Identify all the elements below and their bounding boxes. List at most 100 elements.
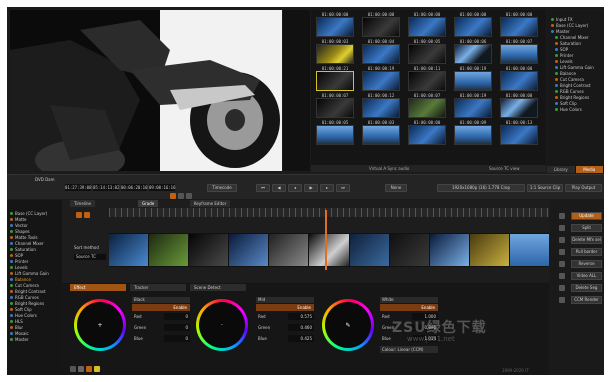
thumbnail-cell[interactable]: 01:00:00:13 [497,120,541,146]
thumbnail-cell[interactable]: 01:00:00:07 [313,93,357,119]
warning-icon[interactable] [94,366,100,372]
thumbnail-image[interactable] [316,17,354,37]
step-back-button[interactable]: ◀ [272,184,286,192]
thumbnail-cell[interactable]: 01:00:00:00 [405,12,449,38]
playhead[interactable] [325,210,327,270]
scissors-icon[interactable] [76,212,82,218]
tool-button[interactable]: Delete Seg [571,284,602,292]
thumbnail-cell[interactable]: 01:00:00:00 [497,66,541,92]
thumbnail-image[interactable] [454,17,492,37]
timeline-ruler[interactable] [109,208,549,217]
thumbnail-image[interactable] [500,17,538,37]
timeline-clip[interactable] [109,234,149,266]
tool-button[interactable]: CCM Render [571,296,602,304]
thumbnail-image[interactable] [316,71,354,91]
thumbnail-image[interactable] [500,71,538,91]
thumbnail-image[interactable] [500,44,538,64]
tool-button[interactable]: Delete Mfx sel [571,236,602,244]
resolution-button[interactable]: 1920x1080p (16) 1.778 Crop [437,184,525,192]
thumbnail-cell[interactable]: 01:00:00:00 [313,12,357,38]
tab-effect[interactable]: Effect [70,284,126,291]
tool-icon[interactable] [559,225,565,231]
thumbnail-cell[interactable]: 01:00:00:12 [359,93,403,119]
thumbnail-cell[interactable]: 01:00:00:03 [359,120,403,146]
mid-enable-button[interactable]: Enable [256,304,314,311]
thumbnail-cell[interactable]: 01:00:00:19 [451,93,495,119]
tool-icon[interactable] [559,237,565,243]
tab-tracker[interactable]: Tracker [130,284,186,291]
thumbnail-cell[interactable]: 01:00:00:00 [497,12,541,38]
tool-icon[interactable] [559,261,565,267]
sort-method-select[interactable]: Source TC [74,254,106,260]
timeline-clip[interactable] [509,234,550,266]
thumbnail-image[interactable] [362,98,400,118]
crosshair-icon[interactable]: + [98,322,103,328]
timeline-clip[interactable] [149,234,189,266]
source-clip-button[interactable]: 1:1 Source Clip [527,184,563,192]
tool-button[interactable]: Split [571,224,602,232]
snap-icon[interactable] [186,193,192,199]
thumbnail-image[interactable] [316,98,354,118]
timeline-clip[interactable] [389,234,429,266]
thumbnail-image[interactable] [362,71,400,91]
tool-icon[interactable] [559,213,565,219]
thumbnail-image[interactable] [408,17,446,37]
sync-audio-label[interactable]: Virtual A Sync audio [369,165,409,172]
thumbnail-image[interactable] [408,125,446,145]
thumbnail-image[interactable] [454,125,492,145]
thumbnail-image[interactable] [500,98,538,118]
thumbnail-cell[interactable]: 01:00:00:00 [359,12,403,38]
video-viewer[interactable] [10,10,282,171]
tab-timeline[interactable]: Timeline [70,200,96,207]
black-red-field[interactable]: 0 [164,313,190,320]
copy-icon[interactable] [78,366,84,372]
timeline-clip[interactable] [189,234,229,266]
black-blue-field[interactable]: 0 [164,335,190,342]
link-icon[interactable] [178,193,184,199]
mid-green-field[interactable]: 0.460 [288,324,314,331]
timeline-clip[interactable] [469,234,509,266]
key-icon[interactable] [86,366,92,372]
crosshair-icon[interactable]: ✎ [346,322,351,328]
timeline-clip[interactable] [309,234,349,266]
thumbnail-cell[interactable]: 01:00:00:00 [451,12,495,38]
tool-icon[interactable] [559,249,565,255]
black-color-wheel[interactable]: + [74,299,126,351]
white-color-wheel[interactable]: ✎ [322,299,374,351]
mid-red-field[interactable]: 0.575 [288,313,314,320]
thumbnail-cell[interactable]: 01:00:00:21 [313,66,357,92]
thumbnail-cell[interactable]: 01:00:00:09 [451,120,495,146]
thumbnail-image[interactable] [408,44,446,64]
tool-icon[interactable] [559,273,565,279]
thumbnail-image[interactable] [454,44,492,64]
source-tc-view-label[interactable]: Source TC view [489,165,520,172]
none-button[interactable]: None [385,184,407,192]
tool-icon[interactable] [559,297,565,303]
tool-button[interactable]: Update [571,212,602,220]
thumbnail-image[interactable] [408,98,446,118]
tab-grade[interactable]: Grade [138,200,159,207]
thumbnail-cell[interactable]: 01:00:00:00 [405,120,449,146]
timeline-clip[interactable] [229,234,269,266]
thumbnail-image[interactable] [316,44,354,64]
tab-keyframe-editor[interactable]: Keyframe Editor [190,200,231,207]
thumbnail-cell[interactable]: 01:00:00:00 [497,93,541,119]
thumbnail-image[interactable] [362,125,400,145]
thumbnail-image[interactable] [362,44,400,64]
black-enable-button[interactable]: Enable [132,304,190,311]
tree-item[interactable]: Hue Colors [551,106,603,112]
thumbnail-image[interactable] [454,71,492,91]
black-green-field[interactable]: 0 [164,324,190,331]
tab-scene-detect[interactable]: Scene Detect [190,284,246,291]
thumbnail-cell[interactable]: 01:00:00:03 [313,39,357,65]
thumbnail-cell[interactable]: 01:00:00:06 [451,39,495,65]
timeline-clip[interactable] [349,234,389,266]
marker-icon[interactable] [170,193,176,199]
thumbnail-cell[interactable]: 01:00:00:05 [405,39,449,65]
white-enable-button[interactable]: Enable [380,304,438,311]
thumbnail-cell[interactable]: 01:00:00:19 [451,66,495,92]
thumbnail-cell[interactable]: 01:00:00:05 [313,120,357,146]
timeline-clip[interactable] [429,234,469,266]
settings-icon[interactable] [70,366,76,372]
thumbnail-cell[interactable]: 01:00:00:04 [359,39,403,65]
